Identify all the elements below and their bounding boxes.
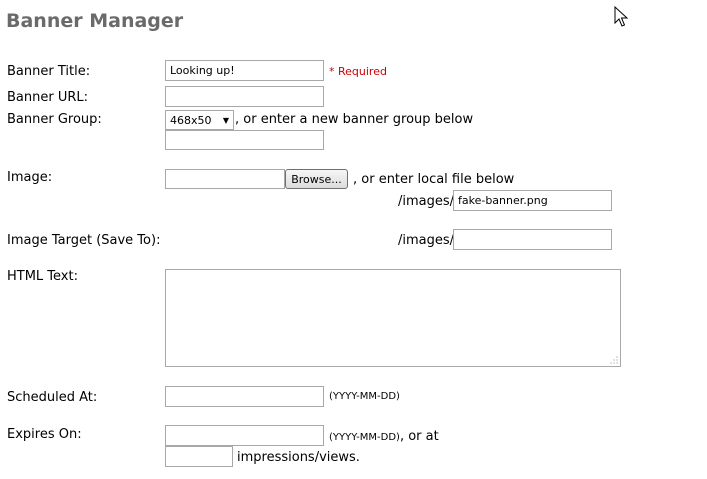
banner-group-select[interactable]: 468x50 ▼ — [165, 110, 234, 130]
new-banner-group-input[interactable] — [165, 130, 324, 150]
image-local-file-input[interactable] — [453, 190, 612, 211]
banner-url-label: Banner URL: — [7, 90, 89, 105]
expires-on-hint: (YYYY-MM-DD), or at — [329, 429, 439, 444]
expires-on-or-at: , or at — [399, 429, 439, 444]
image-target-prefix: /images/ — [398, 233, 455, 248]
scheduled-at-format-hint: (YYYY-MM-DD) — [329, 391, 400, 402]
banner-group-selected-value: 468x50 — [170, 113, 212, 127]
expires-on-input[interactable] — [165, 425, 324, 446]
html-text-area-wrapper — [165, 269, 621, 367]
impressions-suffix: impressions/views. — [237, 450, 360, 465]
expires-on-format-hint: (YYYY-MM-DD) — [329, 432, 400, 443]
banner-group-label: Banner Group: — [7, 112, 102, 127]
scheduled-at-label: Scheduled At: — [7, 390, 98, 405]
banner-title-label: Banner Title: — [7, 64, 91, 79]
required-indicator: * Required — [329, 65, 387, 78]
browse-button[interactable]: Browse... — [285, 169, 348, 189]
image-label: Image: — [7, 170, 53, 185]
banner-url-input[interactable] — [165, 86, 324, 107]
image-target-label: Image Target (Save To): — [7, 233, 161, 248]
mouse-pointer-icon — [614, 6, 629, 27]
image-hint: , or enter local file below — [353, 172, 515, 187]
scheduled-at-input[interactable] — [165, 386, 324, 407]
resize-grip-icon[interactable] — [610, 356, 618, 364]
page-title: Banner Manager — [6, 10, 184, 32]
image-target-input[interactable] — [453, 229, 612, 250]
impressions-input[interactable] — [165, 446, 233, 467]
expires-on-label: Expires On: — [7, 427, 82, 442]
html-text-area[interactable] — [165, 269, 621, 367]
chevron-down-icon: ▼ — [222, 115, 229, 125]
html-text-label: HTML Text: — [7, 269, 78, 284]
image-file-input[interactable] — [165, 169, 285, 189]
banner-group-hint: , or enter a new banner group below — [235, 112, 474, 127]
image-local-prefix: /images/ — [398, 194, 455, 209]
banner-title-input[interactable] — [165, 60, 324, 81]
